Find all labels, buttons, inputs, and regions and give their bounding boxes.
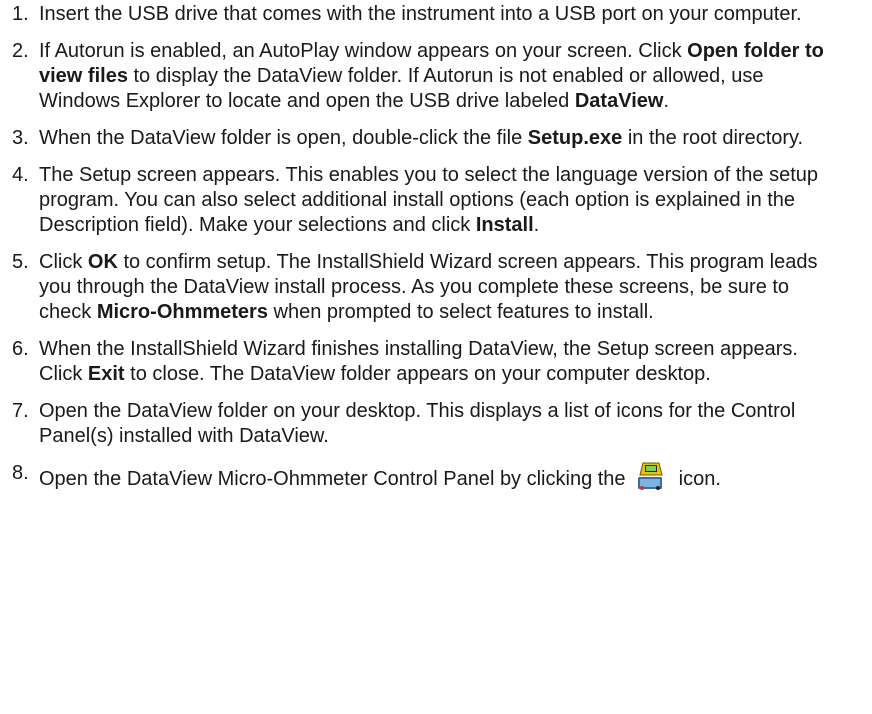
step-text-bold: OK <box>87 251 118 273</box>
step-item: 4. The Setup screen appears. This enables… <box>0 163 838 238</box>
step-number: 4. <box>12 164 29 186</box>
step-text-bold: Install <box>475 214 534 236</box>
step-text-bold: Exit <box>87 363 125 385</box>
step-item: 3. When the DataView folder is open, doub… <box>0 126 838 151</box>
step-text-bold: Setup.exe <box>527 127 623 149</box>
step-text: Open the DataView folder on your desktop… <box>39 400 795 447</box>
step-text: Click OK to confirm setup. The InstallSh… <box>39 251 817 323</box>
control-panel-icon <box>633 461 667 491</box>
step-text-segment: When the DataView folder is open, double… <box>39 127 528 149</box>
step-text: When the InstallShield Wizard finishes i… <box>39 338 798 385</box>
step-text-segment: in the root directory. <box>622 127 804 149</box>
step-item: 7. Open the DataView folder on your deskt… <box>0 399 838 449</box>
step-text-segment: Click <box>39 251 88 273</box>
step-text-bold: DataView <box>574 90 664 112</box>
step-item: 1. Insert the USB drive that comes with t… <box>0 2 838 27</box>
step-text-segment: Open the DataView folder on your desktop… <box>39 400 796 447</box>
step-text: When the DataView folder is open, double… <box>39 127 803 149</box>
step-number: 5. <box>12 251 29 273</box>
instruction-document: 1. Insert the USB drive that comes with t… <box>0 0 872 492</box>
step-number: 7. <box>12 400 29 422</box>
install-steps-list: 1. Insert the USB drive that comes with t… <box>0 2 838 492</box>
step-number: 3. <box>12 127 29 149</box>
step-text-segment: when prompted to select features to inst… <box>267 301 654 323</box>
step-number: 1. <box>12 3 29 25</box>
step-text-segment: If Autorun is enabled, an AutoPlay windo… <box>39 40 688 62</box>
step-text-bold: Micro-Ohmmeters <box>96 301 268 323</box>
step-text: Open the DataView Micro-Ohmmeter Control… <box>39 462 721 490</box>
step-text: If Autorun is enabled, an AutoPlay windo… <box>39 40 824 112</box>
step-text: The Setup screen appears. This enables y… <box>39 164 818 236</box>
step-item: 8. Open the DataView Micro-Ohmmeter Contr… <box>0 461 838 492</box>
step-number: 6. <box>12 338 29 360</box>
step-text-segment: Insert the USB drive that comes with the… <box>39 3 802 25</box>
step-text-segment: to close. The DataView folder appears on… <box>124 363 711 385</box>
step-text-segment: . <box>663 90 669 112</box>
step-item: 6. When the InstallShield Wizard finishes… <box>0 337 838 387</box>
step-text: Insert the USB drive that comes with the… <box>39 3 802 25</box>
step-item: 2. If Autorun is enabled, an AutoPlay win… <box>0 39 838 114</box>
step-text-segment: The Setup screen appears. This enables y… <box>39 164 819 236</box>
step-text-segment: . <box>533 214 540 236</box>
step-number: 2. <box>12 40 29 62</box>
step-item: 5. Click OK to confirm setup. The Install… <box>0 250 838 325</box>
step-text-segment: Open the DataView Micro-Ohmmeter Control… <box>39 468 632 490</box>
step-number: 8. <box>12 462 29 484</box>
step-text-segment: icon. <box>673 468 721 490</box>
